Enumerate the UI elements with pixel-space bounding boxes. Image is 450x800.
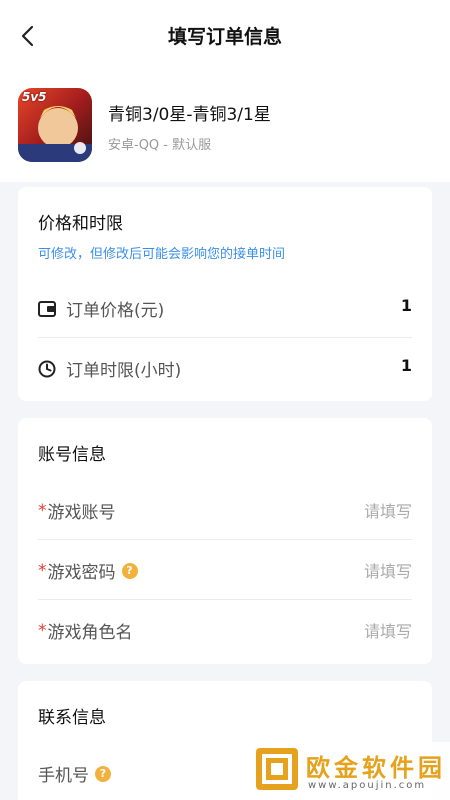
contact-title: 联系信息 bbox=[38, 708, 106, 728]
product-summary: 5v5 青铜3/0星-青铜3/1星 安卓-QQ - 默认服 bbox=[0, 72, 450, 182]
game-icon: 5v5 bbox=[18, 88, 92, 162]
order-time-label: 订单时限(小时) bbox=[66, 361, 182, 381]
top-bar: 填写订单信息 bbox=[0, 0, 450, 72]
watermark: 欧金软件园 www.apoujin.com bbox=[250, 742, 450, 800]
game-password-label: 游戏密码 bbox=[47, 563, 116, 583]
game-role-label: 游戏角色名 bbox=[47, 623, 133, 643]
game-account-input[interactable]: 请填写 bbox=[364, 498, 412, 522]
game-account-row[interactable]: * 游戏账号 请填写 bbox=[38, 480, 412, 540]
game-role-input[interactable]: 请填写 bbox=[364, 618, 412, 642]
help-icon[interactable]: ? bbox=[121, 562, 138, 579]
wallet-icon bbox=[38, 300, 56, 317]
clock-icon bbox=[38, 360, 56, 378]
order-time-value: 1 bbox=[400, 356, 412, 375]
required-mark: * bbox=[38, 560, 47, 581]
order-price-value: 1 bbox=[400, 296, 412, 315]
pricing-title: 价格和时限 bbox=[38, 214, 123, 234]
order-time-row[interactable]: 订单时限(小时) 1 bbox=[38, 338, 412, 398]
watermark-url: www.apoujin.com bbox=[308, 780, 427, 791]
watermark-text: 欧金软件园 bbox=[306, 754, 446, 782]
required-mark: * bbox=[38, 620, 47, 641]
product-subtitle: 安卓-QQ - 默认服 bbox=[108, 138, 212, 153]
help-icon[interactable]: ? bbox=[95, 765, 111, 782]
game-password-input[interactable]: 请填写 bbox=[364, 558, 412, 582]
order-price-row[interactable]: 订单价格(元) 1 bbox=[38, 278, 412, 338]
game-account-label: 游戏账号 bbox=[47, 503, 116, 523]
required-mark: * bbox=[38, 500, 47, 521]
game-icon-badge: 5v5 bbox=[22, 90, 47, 104]
pricing-note: 可修改，但修改后可能会影响您的接单时间 bbox=[38, 247, 286, 262]
page-title: 填写订单信息 bbox=[167, 26, 282, 48]
product-title: 青铜3/0星-青铜3/1星 bbox=[108, 105, 271, 125]
pricing-card: 价格和时限 可修改，但修改后可能会影响您的接单时间 订单价格(元) 1 订单时限… bbox=[18, 187, 432, 401]
order-price-label: 订单价格(元) bbox=[66, 301, 165, 321]
account-title: 账号信息 bbox=[38, 445, 106, 465]
watermark-logo-icon bbox=[256, 748, 298, 790]
phone-label: 手机号 bbox=[38, 766, 89, 786]
game-password-row[interactable]: * 游戏密码 ? 请填写 bbox=[38, 540, 412, 600]
account-card: 账号信息 * 游戏账号 请填写 * 游戏密码 ? 请填写 * 游戏角色名 请填写 bbox=[18, 418, 432, 664]
game-role-row[interactable]: * 游戏角色名 请填写 bbox=[38, 600, 412, 660]
